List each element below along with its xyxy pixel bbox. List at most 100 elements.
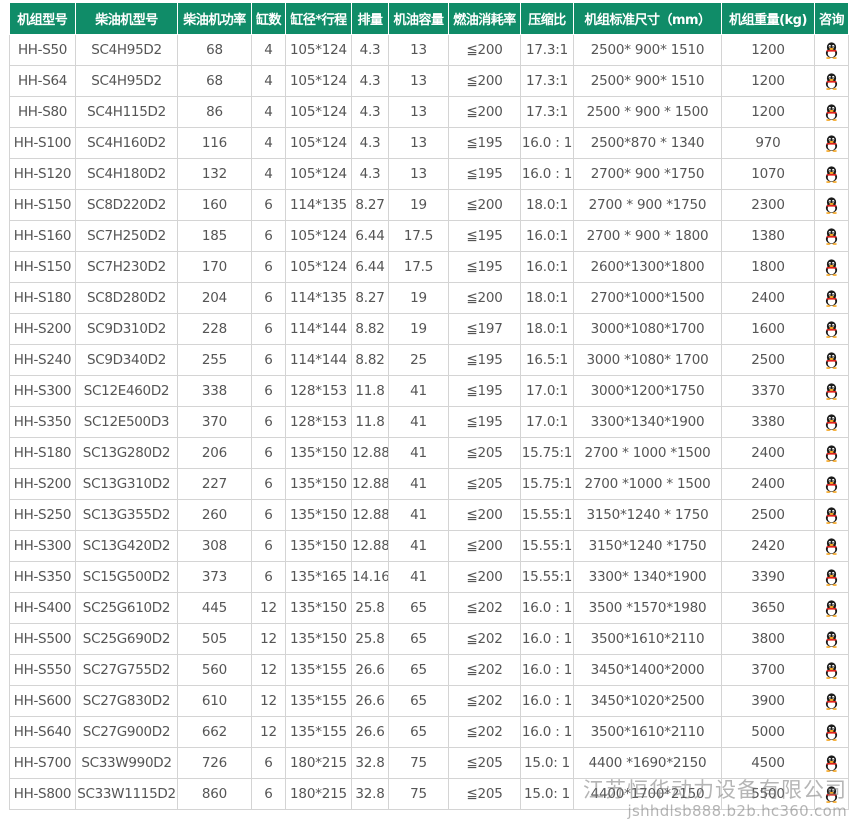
qq-penguin-icon[interactable]: [824, 599, 839, 617]
cell-bore-stroke: 135*165: [285, 561, 352, 593]
cell-consult[interactable]: [814, 344, 849, 376]
cell-engine-power: 610: [177, 685, 252, 717]
qq-penguin-icon[interactable]: [824, 723, 839, 741]
qq-penguin-icon[interactable]: [824, 165, 839, 183]
qq-penguin-icon[interactable]: [824, 196, 839, 214]
cell-consult[interactable]: [814, 778, 849, 810]
cell-consult[interactable]: [814, 158, 849, 190]
cell-displacement: 12.88: [351, 499, 389, 531]
cell-oil-capacity: 17.5: [388, 220, 449, 252]
cell-bore-stroke: 114*135: [285, 189, 352, 221]
cell-bore-stroke: 114*135: [285, 282, 352, 314]
cell-weight: 2500: [721, 499, 815, 531]
cell-consult[interactable]: [814, 716, 849, 748]
cell-set-model: HH-S150: [9, 189, 76, 221]
cell-set-model: HH-S240: [9, 344, 76, 376]
cell-engine-model: SC7H230D2: [75, 251, 178, 283]
cell-bore-stroke: 135*155: [285, 716, 352, 748]
cell-engine-power: 116: [177, 127, 252, 159]
cell-consult[interactable]: [814, 220, 849, 252]
cell-engine-model: SC25G690D2: [75, 623, 178, 655]
cell-consult[interactable]: [814, 499, 849, 531]
qq-penguin-icon[interactable]: [824, 72, 839, 90]
cell-fuel-consumption: ≦202: [448, 654, 521, 686]
table-row: HH-S150 SC8D220D2 160 6 114*135 8.27 19 ≦200 18.…: [9, 189, 849, 221]
cell-consult[interactable]: [814, 282, 849, 314]
cell-compression-ratio: 17.3:1: [520, 96, 574, 128]
qq-penguin-icon[interactable]: [824, 258, 839, 276]
qq-penguin-icon[interactable]: [824, 289, 839, 307]
cell-oil-capacity: 65: [388, 685, 449, 717]
cell-engine-power: 204: [177, 282, 252, 314]
cell-dimensions: 2700* 900 *1750: [573, 158, 722, 190]
cell-cylinders: 6: [251, 375, 286, 407]
cell-fuel-consumption: ≦200: [448, 96, 521, 128]
qq-penguin-icon[interactable]: [824, 568, 839, 586]
cell-dimensions: 2700 *1000 * 1500: [573, 468, 722, 500]
cell-engine-model: SC27G830D2: [75, 685, 178, 717]
cell-engine-model: SC9D340D2: [75, 344, 178, 376]
cell-weight: 2420: [721, 530, 815, 562]
cell-consult[interactable]: [814, 96, 849, 128]
cell-fuel-consumption: ≦200: [448, 65, 521, 97]
qq-penguin-icon[interactable]: [824, 351, 839, 369]
cell-cylinders: 6: [251, 406, 286, 438]
cell-consult[interactable]: [814, 437, 849, 469]
qq-penguin-icon[interactable]: [824, 661, 839, 679]
cell-dimensions: 3500*1610*2110: [573, 623, 722, 655]
cell-consult[interactable]: [814, 530, 849, 562]
cell-consult[interactable]: [814, 406, 849, 438]
qq-penguin-icon[interactable]: [824, 537, 839, 555]
qq-penguin-icon[interactable]: [824, 754, 839, 772]
cell-consult[interactable]: [814, 654, 849, 686]
qq-penguin-icon[interactable]: [824, 475, 839, 493]
qq-penguin-icon[interactable]: [824, 413, 839, 431]
cell-consult[interactable]: [814, 313, 849, 345]
cell-dimensions: 4400 *1690*2150: [573, 747, 722, 779]
cell-consult[interactable]: [814, 468, 849, 500]
cell-engine-model: SC13G280D2: [75, 437, 178, 469]
qq-penguin-icon[interactable]: [824, 134, 839, 152]
table-row: HH-S250 SC13G355D2 260 6 135*150 12.88 41 ≦200 1…: [9, 499, 849, 531]
cell-weight: 3370: [721, 375, 815, 407]
table-row: HH-S500 SC25G690D2 505 12 135*150 25.8 65 ≦202 1…: [9, 623, 849, 655]
cell-dimensions: 2500*870 * 1340: [573, 127, 722, 159]
qq-penguin-icon[interactable]: [824, 382, 839, 400]
qq-penguin-icon[interactable]: [824, 506, 839, 524]
cell-consult[interactable]: [814, 592, 849, 624]
cell-compression-ratio: 15.55:1: [520, 561, 574, 593]
cell-bore-stroke: 105*124: [285, 34, 352, 66]
qq-penguin-icon[interactable]: [824, 103, 839, 121]
cell-consult[interactable]: [814, 623, 849, 655]
cell-oil-capacity: 41: [388, 406, 449, 438]
cell-consult[interactable]: [814, 34, 849, 66]
qq-penguin-icon[interactable]: [824, 630, 839, 648]
qq-penguin-icon[interactable]: [824, 785, 839, 803]
qq-penguin-icon[interactable]: [824, 320, 839, 338]
cell-weight: 3800: [721, 623, 815, 655]
cell-oil-capacity: 13: [388, 127, 449, 159]
cell-consult[interactable]: [814, 251, 849, 283]
qq-penguin-icon[interactable]: [824, 227, 839, 245]
cell-consult[interactable]: [814, 375, 849, 407]
cell-engine-power: 505: [177, 623, 252, 655]
cell-consult[interactable]: [814, 189, 849, 221]
cell-weight: 1380: [721, 220, 815, 252]
cell-engine-model: SC13G420D2: [75, 530, 178, 562]
qq-penguin-icon[interactable]: [824, 444, 839, 462]
cell-engine-model: SC12E500D3: [75, 406, 178, 438]
cell-consult[interactable]: [814, 65, 849, 97]
cell-fuel-consumption: ≦195: [448, 127, 521, 159]
cell-consult[interactable]: [814, 685, 849, 717]
cell-compression-ratio: 16.0:1: [520, 220, 574, 252]
cell-consult[interactable]: [814, 747, 849, 779]
cell-dimensions: 4400*1700*2150: [573, 778, 722, 810]
cell-cylinders: 12: [251, 685, 286, 717]
cell-consult[interactable]: [814, 127, 849, 159]
cell-consult[interactable]: [814, 561, 849, 593]
qq-penguin-icon[interactable]: [824, 692, 839, 710]
cell-bore-stroke: 135*150: [285, 437, 352, 469]
cell-engine-model: SC4H160D2: [75, 127, 178, 159]
qq-penguin-icon[interactable]: [824, 41, 839, 59]
cell-cylinders: 6: [251, 437, 286, 469]
